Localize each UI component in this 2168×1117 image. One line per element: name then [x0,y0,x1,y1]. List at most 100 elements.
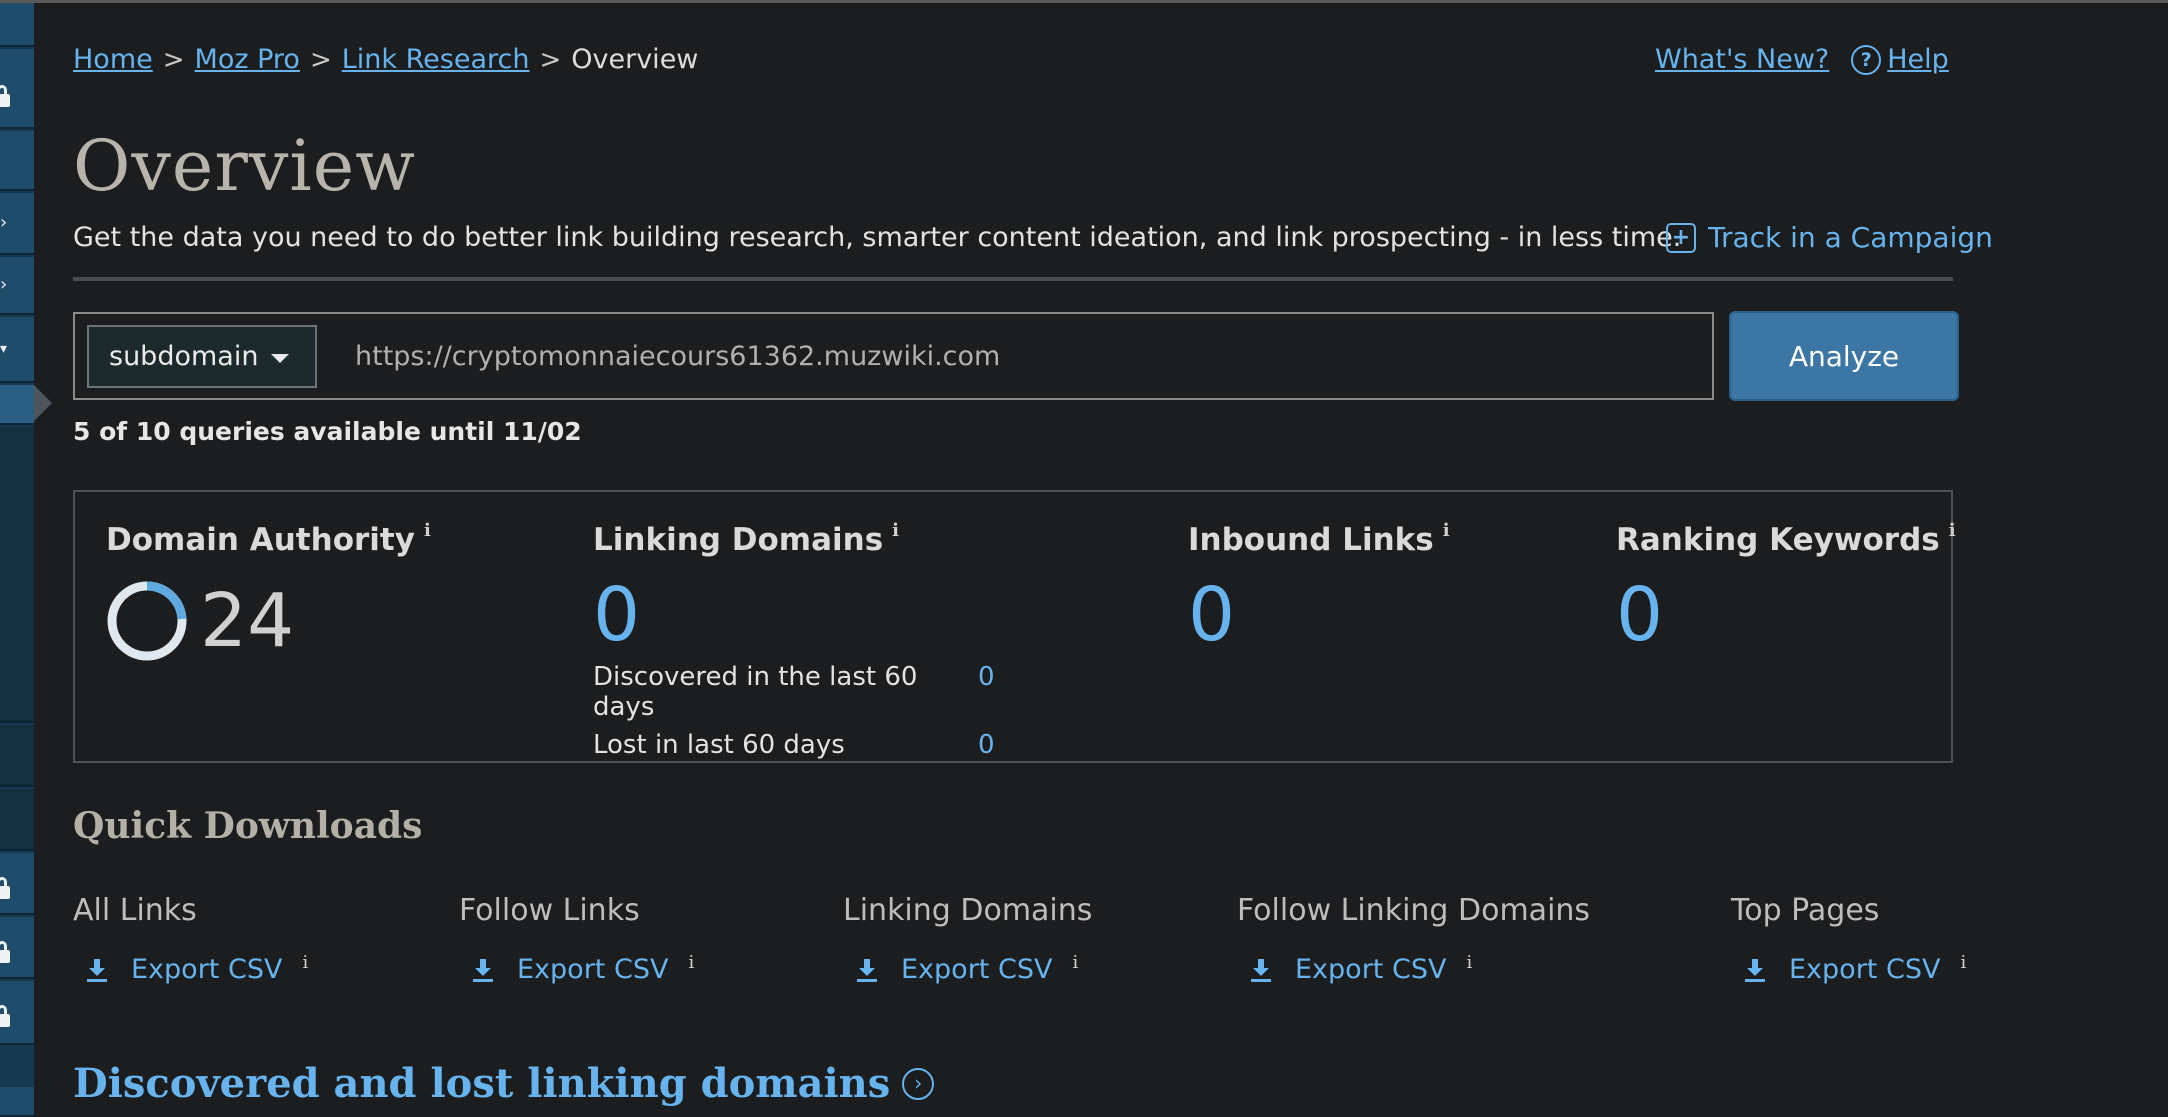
lock-icon [0,1005,10,1027]
breadcrumb-current: Overview [571,44,699,75]
track-in-campaign-button[interactable]: + Track in a Campaign [1666,221,1993,254]
discovered-lost-section-link[interactable]: Discovered and lost linking domains › [73,1060,935,1107]
download-follow-linking-domains: Follow Linking Domains Export CSV i [1237,893,1590,985]
window-top-border [0,0,2168,3]
metric-linking-domains: Linking Domains i 0 Discovered in the la… [593,520,995,760]
page-subtitle: Get the data you need to do better link … [73,222,1682,253]
rail-item-locked[interactable] [0,917,34,979]
metric-ranking-keywords: Ranking Keywords i 0 [1616,520,1956,652]
scope-dropdown[interactable]: subdomain [87,325,317,388]
download-icon [1251,958,1271,982]
download-follow-links: Follow Links Export CSV i [459,893,694,985]
rail-item[interactable] [0,1087,34,1117]
analyze-button[interactable]: Analyze [1729,311,1959,401]
download-label: Top Pages [1731,893,1880,928]
rail-item[interactable] [0,725,34,787]
info-icon[interactable]: i [424,520,431,541]
info-icon[interactable]: i [1072,952,1078,973]
export-label: Export CSV [901,954,1053,985]
query-quota: 5 of 10 queries available until 11/02 [73,417,582,446]
metric-label: Ranking Keywords [1616,522,1940,558]
download-icon [473,958,493,982]
download-label: Follow Links [459,893,640,928]
lost-label: Lost in last 60 days [593,730,845,760]
info-icon[interactable]: i [1466,952,1472,973]
download-icon [87,958,107,982]
caret-down-icon [271,354,289,363]
info-icon[interactable]: i [302,952,308,973]
help-link[interactable]: Help [1887,44,1949,75]
breadcrumb-moz-pro[interactable]: Moz Pro [195,44,300,75]
download-label: Linking Domains [843,893,1093,928]
section-link-label: Discovered and lost linking domains [73,1060,891,1107]
question-circle-icon[interactable]: ? [1851,44,1882,75]
plus-square-icon: + [1666,222,1696,253]
whats-new-link[interactable]: What's New? [1655,44,1829,75]
discovered-label: Discovered in the last 60 days [593,662,918,722]
download-label: Follow Linking Domains [1237,893,1591,928]
lost-value[interactable]: 0 [978,730,995,760]
rail-item-locked[interactable] [0,49,34,129]
scope-value: subdomain [109,341,259,372]
active-nav-pointer [34,385,52,421]
export-label: Export CSV [1295,954,1447,985]
rail-item-expanded[interactable]: ▾ [0,317,34,383]
download-icon [857,958,877,982]
discovered-value[interactable]: 0 [978,662,995,722]
export-csv-button[interactable]: Export CSV i [1743,952,1966,985]
download-icon [1745,958,1765,982]
arrow-right-icon: › [0,212,8,233]
export-csv-button[interactable]: Export CSV i [85,952,308,985]
metric-value[interactable]: 0 [1616,578,1956,652]
metric-value[interactable]: 0 [593,578,995,652]
lock-icon [0,85,10,107]
info-icon[interactable]: i [688,952,694,973]
domain-authority-gauge [107,581,187,661]
export-csv-button[interactable]: Export CSV i [1249,952,1590,985]
rail-subpanel [0,427,34,723]
track-label: Track in a Campaign [1708,221,1993,254]
search-bar: subdomain [73,312,1714,400]
metric-label: Inbound Links [1188,522,1434,558]
info-icon[interactable]: i [1960,952,1966,973]
rail-item-locked[interactable] [0,853,34,915]
export-label: Export CSV [1789,954,1941,985]
breadcrumb-link-research[interactable]: Link Research [342,44,530,75]
left-nav-rail: › › ▾ [0,3,34,1117]
export-csv-button[interactable]: Export CSV i [855,952,1092,985]
breadcrumb-separator: > [539,44,562,75]
export-label: Export CSV [517,954,669,985]
rail-item[interactable] [0,789,34,851]
rail-item-active[interactable] [0,385,34,425]
info-icon[interactable]: i [1949,520,1956,541]
breadcrumb-home[interactable]: Home [73,44,153,75]
download-label: All Links [73,893,197,928]
quick-downloads-title: Quick Downloads [73,805,423,847]
rail-item[interactable] [0,131,34,191]
breadcrumb-separator: > [309,44,332,75]
export-label: Export CSV [131,954,283,985]
rail-item[interactable]: › [0,257,34,315]
rail-item[interactable] [0,3,34,47]
download-top-pages: Top Pages Export CSV i [1731,893,1966,985]
lock-icon [0,877,10,899]
rail-item-locked[interactable] [0,981,34,1045]
metric-label: Domain Authority [106,522,415,558]
url-input[interactable] [355,325,1685,388]
arrow-right-icon: › [0,274,8,295]
page-title: Overview [73,125,417,207]
metric-value[interactable]: 0 [1188,578,1450,652]
header-divider [73,277,1953,281]
metric-label: Linking Domains [593,522,884,558]
lock-icon [0,941,10,963]
metric-value: 24 [200,578,295,664]
top-links: What's New? ? Help [1655,44,1949,75]
chevron-down-icon: ▾ [0,341,8,357]
breadcrumb-separator: > [162,44,185,75]
info-icon[interactable]: i [892,520,899,541]
metrics-panel: Domain Authority i 24 Linking Domains i … [73,490,1956,763]
download-linking-domains: Linking Domains Export CSV i [843,893,1092,985]
rail-item[interactable]: › [0,193,34,255]
export-csv-button[interactable]: Export CSV i [471,952,694,985]
info-icon[interactable]: i [1443,520,1450,541]
